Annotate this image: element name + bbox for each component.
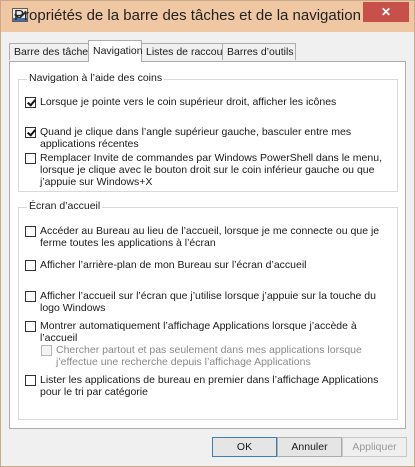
option-desktop-background-on-start[interactable]: Afficher l’arrière-plan de mon Bureau su… [25,259,391,271]
cancel-button[interactable]: Annuler [277,437,342,457]
option-replace-cmd-with-powershell[interactable]: Remplacer Invite de commandes par Window… [25,152,385,188]
option-label: Remplacer Invite de commandes par Window… [40,152,382,188]
checkbox[interactable] [25,153,36,164]
option-search-everywhere-from-apps-view: Chercher partout et pas seulement dans m… [41,344,371,368]
tab-barres-doutils[interactable]: Barres d’outils [222,43,296,60]
close-button[interactable]: ✕ [363,2,409,22]
tab-navigation[interactable]: Navigation [88,40,143,62]
tab-barre-des-taches[interactable]: Barre des tâches [9,43,93,60]
option-label: Lorsque je pointe vers le coin supérieur… [40,96,337,108]
option-label: Lister les applications de bureau en pre… [40,374,379,398]
corner-navigation-group: Navigation à l’aide des coins Lorsque je… [18,72,398,192]
option-list-desktop-apps-first[interactable]: Lister les applications de bureau en pre… [25,374,381,398]
corner-navigation-group-title: Navigation à l’aide des coins [27,72,165,84]
option-go-to-desktop[interactable]: Accéder au Bureau au lieu de l’accueil, … [25,225,391,249]
title-bar[interactable]: Propriétés de la barre des tâches et de … [1,1,414,32]
checkbox [41,345,52,356]
option-label: Accéder au Bureau au lieu de l’accueil, … [40,225,380,249]
start-screen-group-title: Écran d’accueil [27,200,103,212]
checkbox[interactable] [25,321,36,332]
window-title: Propriétés de la barre des tâches et de … [14,7,361,24]
option-label: Chercher partout et pas seulement dans m… [56,344,362,368]
option-label: Afficher l’accueil sur l’écran que j’uti… [40,290,376,314]
checkbox[interactable] [25,260,36,271]
option-switch-recent-apps-upper-left[interactable]: Quand je clique dans l’angle supérieur g… [25,126,395,150]
option-label: Quand je clique dans l’angle supérieur g… [40,126,352,150]
option-show-charms-upper-right[interactable]: Lorsque je pointe vers le coin supérieur… [25,96,387,108]
apply-button[interactable]: Appliquer [342,437,407,457]
ok-button[interactable]: OK [212,437,277,457]
option-label: Afficher l’arrière-plan de mon Bureau su… [40,259,307,271]
checkbox[interactable] [25,97,36,108]
tab-listes-de-raccourcis[interactable]: Listes de raccourcis [141,43,239,60]
checkbox[interactable] [25,291,36,302]
checkbox[interactable] [25,375,36,386]
option-show-apps-view-automatically[interactable]: Montrer automatiquement l’affichage Appl… [25,320,391,344]
checkbox[interactable] [25,127,36,138]
option-start-on-current-display[interactable]: Afficher l’accueil sur l’écran que j’uti… [25,290,395,314]
properties-dialog: Propriétés de la barre des tâches et de … [0,0,415,467]
navigation-tab-panel: Navigation à l’aide des coins Lorsque je… [9,61,406,429]
option-label: Montrer automatiquement l’affichage Appl… [40,320,357,344]
checkbox[interactable] [25,226,36,237]
start-screen-group: Écran d’accueil Accéder au Bureau au lie… [18,200,398,420]
